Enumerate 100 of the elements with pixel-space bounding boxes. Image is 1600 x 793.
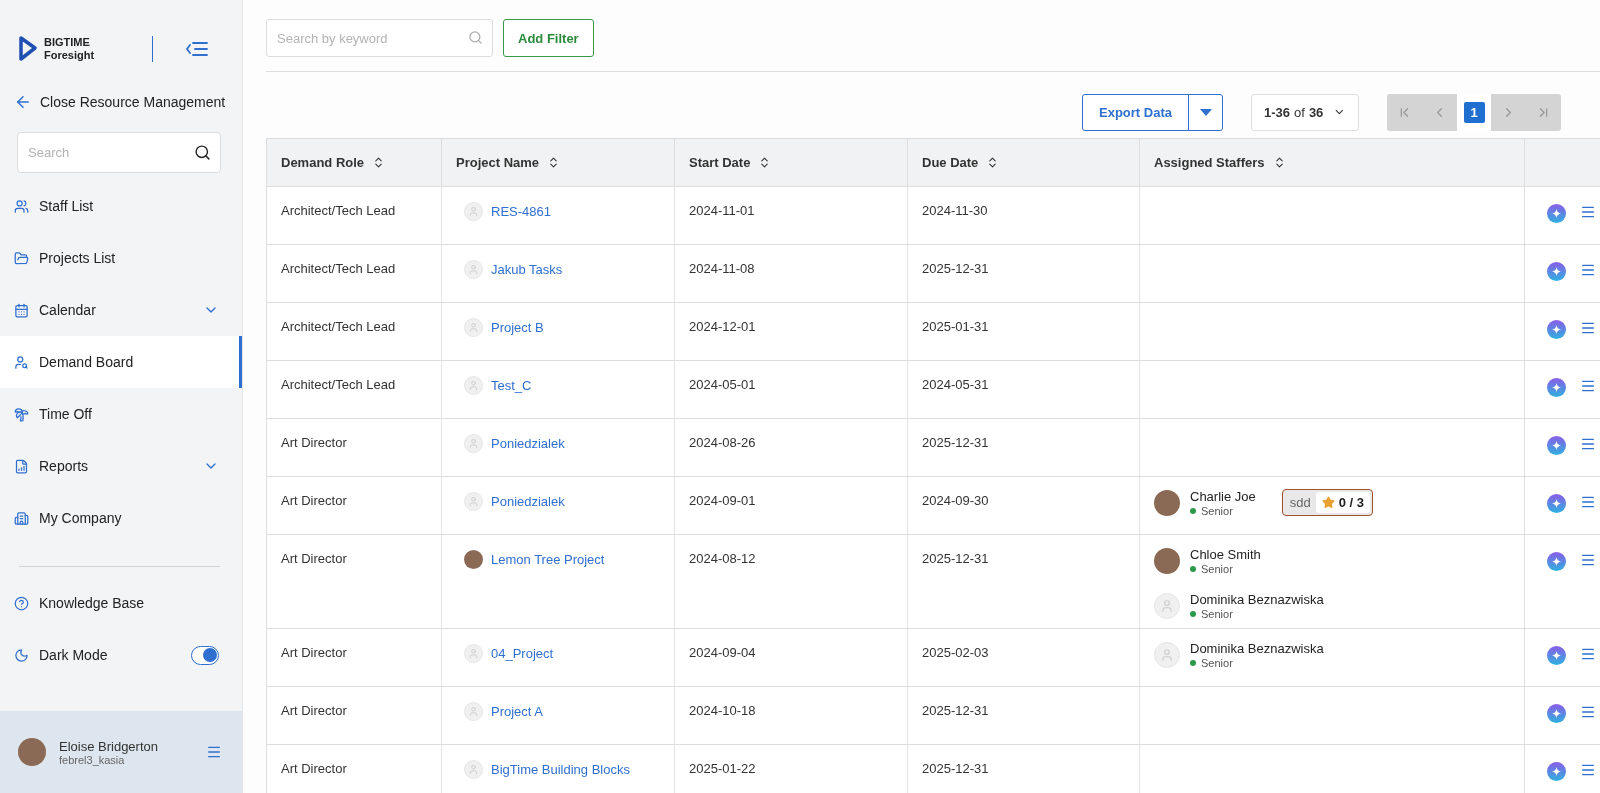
project-link[interactable]: RES-4861 bbox=[491, 202, 551, 219]
dark-mode-toggle[interactable] bbox=[191, 645, 219, 665]
palm-tree-icon bbox=[14, 406, 29, 422]
project-link[interactable]: Project A bbox=[491, 702, 544, 719]
sparkle-button[interactable] bbox=[1547, 762, 1566, 781]
moon-icon bbox=[14, 647, 29, 663]
star-icon bbox=[1321, 496, 1335, 509]
person-search-icon bbox=[14, 354, 29, 370]
menu-icon[interactable] bbox=[1580, 762, 1596, 778]
table-cell: 2025-01-31 bbox=[908, 303, 1140, 361]
help-icon bbox=[14, 595, 29, 611]
table-cell: 2025-12-31 bbox=[908, 419, 1140, 477]
caret-down-icon bbox=[1199, 108, 1212, 116]
project-link[interactable]: 04_Project bbox=[491, 644, 554, 661]
menu-icon[interactable] bbox=[1580, 262, 1596, 278]
table-cell: 2024-12-01 bbox=[675, 303, 908, 361]
column-header[interactable]: Demand Role bbox=[267, 139, 442, 187]
table-cell: 2024-05-31 bbox=[908, 361, 1140, 419]
table-cell: Art Director bbox=[267, 535, 442, 629]
table-cell: Architect/Tech Lead bbox=[267, 361, 442, 419]
table-cell: 2024-09-01 bbox=[675, 477, 908, 535]
table-cell: 2024-08-12 bbox=[675, 535, 908, 629]
project-link[interactable]: BigTime Building Blocks bbox=[491, 760, 630, 777]
menu-icon[interactable] bbox=[1580, 204, 1596, 220]
sparkle-button[interactable] bbox=[1547, 646, 1566, 665]
people-icon bbox=[14, 198, 29, 214]
table-cell: 2025-12-31 bbox=[908, 535, 1140, 629]
sparkle-button[interactable] bbox=[1547, 552, 1566, 571]
table-cell: 2025-12-31 bbox=[908, 245, 1140, 303]
menu-icon[interactable] bbox=[206, 744, 222, 760]
table-cell: 2024-08-26 bbox=[675, 419, 908, 477]
project-link[interactable]: Poniedzialek bbox=[491, 492, 565, 509]
menu-icon[interactable] bbox=[1580, 704, 1596, 720]
sparkle-icon bbox=[1547, 204, 1566, 223]
export-data-button[interactable]: Export Data bbox=[1083, 94, 1189, 130]
staffer-name: Charlie Joe bbox=[1190, 489, 1256, 504]
project-link[interactable]: Jakub Tasks bbox=[491, 260, 563, 277]
page-range-select[interactable]: 1-36 of 36 bbox=[1251, 93, 1359, 131]
logo-icon bbox=[18, 35, 38, 63]
table-cell: 2024-11-30 bbox=[908, 187, 1140, 245]
staffer-level: Senior bbox=[1190, 505, 1256, 517]
project-link[interactable]: Poniedzialek bbox=[491, 434, 565, 451]
table-cell: Art Director bbox=[267, 687, 442, 745]
staffer-name: Dominika Beznazwiska bbox=[1190, 592, 1324, 607]
sparkle-button[interactable] bbox=[1547, 320, 1566, 339]
folder-icon bbox=[14, 250, 29, 266]
column-header[interactable]: Project Name bbox=[442, 139, 675, 187]
project-link[interactable]: Project B bbox=[491, 318, 544, 335]
table-cell: Art Director bbox=[267, 477, 442, 535]
menu-icon[interactable] bbox=[1580, 552, 1596, 568]
keyword-search-field[interactable]: Search by keyword bbox=[266, 19, 493, 57]
table-cell: Architect/Tech Lead bbox=[267, 187, 442, 245]
sparkle-button[interactable] bbox=[1547, 262, 1566, 281]
sparkle-icon bbox=[1547, 646, 1566, 665]
nav-item[interactable]: Demand Board bbox=[0, 336, 242, 388]
project-link[interactable]: Test_C bbox=[491, 376, 532, 393]
sidebar-search-field[interactable]: Search bbox=[17, 132, 221, 173]
dark-mode-label: Dark Mode bbox=[39, 647, 109, 663]
menu-icon[interactable] bbox=[1580, 320, 1596, 336]
sparkle-button[interactable] bbox=[1547, 704, 1566, 723]
menu-icon[interactable] bbox=[1580, 494, 1596, 510]
sparkle-button[interactable] bbox=[1547, 436, 1566, 455]
search-icon bbox=[194, 144, 211, 161]
table-cell: 2025-12-31 bbox=[908, 687, 1140, 745]
nav-item[interactable]: My Company bbox=[0, 492, 242, 544]
sparkle-button[interactable] bbox=[1547, 494, 1566, 513]
close-resource-management-link[interactable]: Close Resource Management bbox=[0, 93, 242, 111]
add-filter-button[interactable]: Add Filter bbox=[503, 19, 594, 57]
sparkle-icon bbox=[1547, 378, 1566, 397]
sparkle-icon bbox=[1547, 552, 1566, 571]
menu-icon[interactable] bbox=[1580, 436, 1596, 452]
project-link[interactable]: Lemon Tree Project bbox=[491, 550, 605, 567]
sparkle-icon bbox=[1547, 320, 1566, 339]
app-logo-text: BIGTIME Foresight bbox=[44, 36, 95, 62]
sparkle-icon bbox=[1547, 704, 1566, 723]
user-name: Eloise Bridgerton bbox=[59, 738, 159, 754]
table-cell: 2024-09-30 bbox=[908, 477, 1140, 535]
nav-item[interactable]: Staff List bbox=[0, 180, 242, 232]
column-header[interactable]: Start Date bbox=[675, 139, 908, 187]
nav-item[interactable]: Projects List bbox=[0, 232, 242, 284]
collapse-menu-button[interactable] bbox=[185, 40, 210, 58]
sparkle-button[interactable] bbox=[1547, 378, 1566, 397]
table-cell: 2024-05-01 bbox=[675, 361, 908, 419]
column-header[interactable]: Due Date bbox=[908, 139, 1140, 187]
nav-item[interactable]: Time Off bbox=[0, 388, 242, 440]
table-cell: Art Director bbox=[267, 629, 442, 687]
table-cell: Art Director bbox=[267, 419, 442, 477]
search-icon bbox=[468, 30, 483, 45]
nav-item[interactable]: Reports bbox=[0, 440, 242, 492]
column-header[interactable]: Assigned Staffers bbox=[1140, 139, 1525, 187]
page-button[interactable]: 1 bbox=[1457, 93, 1491, 131]
knowledge-base-link[interactable]: Knowledge Base bbox=[0, 577, 242, 629]
nav-item[interactable]: Calendar bbox=[0, 284, 242, 336]
table-cell: 2024-09-04 bbox=[675, 629, 908, 687]
sparkle-button[interactable] bbox=[1547, 204, 1566, 223]
table-cell: Architect/Tech Lead bbox=[267, 303, 442, 361]
table-cell: 2024-10-18 bbox=[675, 687, 908, 745]
menu-icon[interactable] bbox=[1580, 646, 1596, 662]
menu-icon[interactable] bbox=[1580, 378, 1596, 394]
table-cell: 2024-11-01 bbox=[675, 187, 908, 245]
